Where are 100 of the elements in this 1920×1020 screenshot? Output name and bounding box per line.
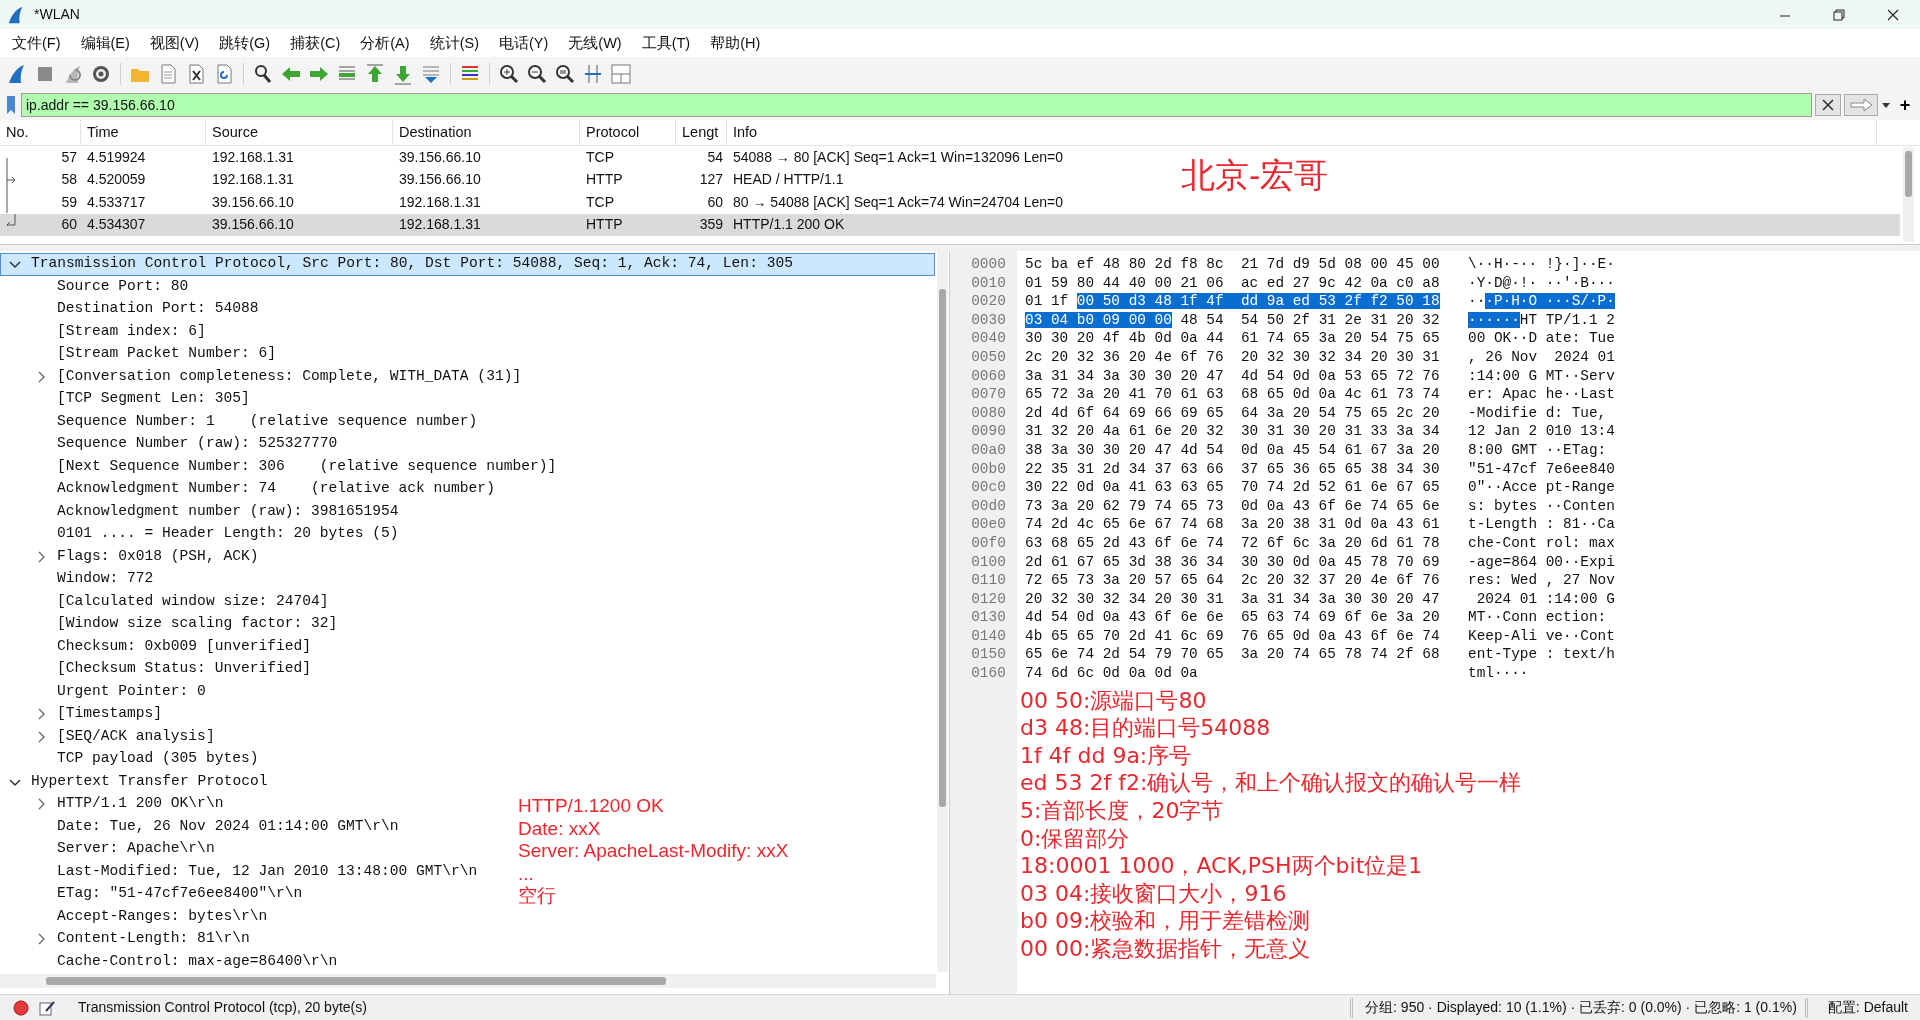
tree-row[interactable]: TCP payload (305 bytes) [0, 748, 260, 771]
ascii-text[interactable]: -Modifie d: Tue, [1468, 404, 1607, 421]
ascii-text[interactable]: s: bytes ··Conten [1468, 497, 1615, 514]
hex-bytes[interactable]: 31 32 20 4a 61 6e 20 32 30 31 30 20 31 33 3a 34 [1025, 423, 1440, 440]
tree-row[interactable]: [Timestamps] [0, 703, 164, 726]
ascii-text[interactable]: 12 Jan 2 010 13:4 [1468, 423, 1615, 440]
ascii-text[interactable]: tml···· [1468, 665, 1529, 682]
column-header[interactable]: Protocol [580, 120, 676, 145]
tree-row[interactable]: [Stream Packet Number: 6] [0, 343, 277, 366]
hex-bytes[interactable]: 65 72 3a 20 41 70 61 63 68 65 0d 0a 4c 61 73 74 [1025, 386, 1440, 403]
column-header[interactable]: Info [727, 120, 1877, 145]
expert-info-icon[interactable] [12, 998, 30, 1017]
hex-bytes[interactable]: 2d 61 67 65 3d 38 36 34 30 30 0d 0a 45 78 70 69 [1025, 553, 1440, 570]
hex-bytes[interactable]: 4d 54 0d 0a 43 6f 6e 6e 65 63 74 69 6f 6e 3a 20 [1025, 609, 1440, 626]
packet-row[interactable]: 58 4.520059 192.168.1.31 39.156.66.10 HTTP 127 HEAD / HTTP/1.1 [0, 168, 844, 191]
scrollbar-thumb[interactable] [46, 977, 666, 985]
tree-row[interactable]: Flags: 0x018 (PSH, ACK) [0, 545, 260, 568]
tree-row[interactable]: Checksum: 0xb009 [unverified] [0, 635, 312, 658]
tree-row[interactable]: [Conversation completeness: Complete, WITH_DATA (31)] [0, 365, 523, 388]
caret-icon[interactable] [1881, 100, 1891, 110]
layout-icon[interactable] [610, 62, 632, 85]
menu-item[interactable]: 编辑(E) [70, 29, 140, 57]
ascii-text[interactable]: res: Wed , 27 Nov [1468, 572, 1615, 589]
menu-item[interactable]: 无线(W) [558, 29, 632, 57]
scrollbar[interactable] [0, 974, 936, 988]
tree-row[interactable]: [SEQ/ACK analysis] [0, 725, 216, 748]
ascii-text[interactable]: t-Length : 81··Ca [1468, 516, 1615, 533]
tree-row[interactable]: Urgent Pointer: 0 [0, 680, 207, 703]
ascii-text[interactable]: MT··Conn ection: [1468, 609, 1607, 626]
ascii-text[interactable]: che-Cont rol: max [1468, 534, 1615, 551]
hex-bytes[interactable]: 22 35 31 2d 34 37 63 66 37 65 36 65 65 38 34 30 [1025, 460, 1440, 477]
ascii-text[interactable]: 0"··Acce pt-Range [1468, 479, 1615, 496]
hex-bytes[interactable]: 63 68 65 2d 43 6f 6e 74 72 6f 6c 3a 20 6d 61 78 [1025, 534, 1440, 551]
menu-item[interactable]: 跳转(G) [209, 29, 281, 57]
tree-row[interactable]: Destination Port: 54088 [0, 298, 260, 321]
menu-item[interactable]: 文件(F) [2, 29, 71, 57]
filter-input-field[interactable]: ip.addr == 39.156.66.10 [21, 93, 1812, 117]
tree-row[interactable]: HTTP/1.1 200 OK\r\n [0, 793, 225, 816]
hex-bytes[interactable]: 38 3a 30 30 20 47 4d 54 0d 0a 45 54 61 67 3a 20 [1025, 441, 1440, 458]
profile-label[interactable]: 配置: Default [1827, 997, 1908, 1018]
ascii-text[interactable]: :14:00 G MT··Serv [1468, 367, 1615, 384]
tree-row[interactable]: Window: 772 [0, 568, 155, 591]
add-filter-button[interactable]: + [1894, 94, 1916, 116]
ascii-text[interactable]: ent-Type : text/h [1468, 646, 1615, 663]
scrollbar-thumb[interactable] [1905, 151, 1912, 197]
ascii-text[interactable]: ·· [1468, 293, 1486, 310]
hex-bytes[interactable]: 5c ba ef 48 80 2d f8 8c 21 7d d9 5d 08 00 45 00 [1025, 256, 1440, 272]
scrollbar[interactable] [937, 251, 948, 972]
ascii-text[interactable]: ·P·H·O ···S/·P· [1485, 293, 1615, 310]
menu-item[interactable]: 捕获(C) [280, 29, 351, 57]
hex-bytes[interactable]: 20 32 30 32 34 20 30 31 3a 31 34 3a 30 30 20 47 [1025, 590, 1440, 607]
hex-bytes[interactable]: 30 22 0d 0a 41 63 63 65 70 74 2d 52 61 6e 67 65 [1025, 479, 1440, 496]
hex-bytes[interactable]: 3a 31 34 3a 30 30 20 47 4d 54 0d 0a 53 65 72 76 [1025, 367, 1440, 384]
ascii-text[interactable]: , 26 Nov 2024 01 [1468, 348, 1615, 365]
hex-bytes[interactable]: 4b 65 65 70 2d 41 6c 69 76 65 0d 0a 43 6f 6e 74 [1025, 627, 1440, 644]
hex-bytes[interactable]: 00 50 d3 48 1f 4f dd 9a ed 53 2f f2 50 18 [1076, 293, 1440, 310]
ascii-text[interactable]: ······ [1468, 311, 1520, 328]
hex-bytes[interactable]: 01 1f [1025, 293, 1069, 310]
menu-item[interactable]: 工具(T) [631, 29, 701, 57]
close-icon[interactable] [1886, 7, 1900, 22]
ascii-text[interactable]: 00 OK··D ate: Tue [1468, 330, 1615, 347]
hex-bytes[interactable]: 2d 4d 6f 64 69 66 69 65 64 3a 20 54 75 65 2c 20 [1025, 404, 1440, 421]
hex-bytes[interactable]: 65 6e 74 2d 54 79 70 65 3a 20 74 65 78 74 2f 68 [1025, 646, 1440, 663]
menu-item[interactable]: 视图(V) [139, 29, 210, 57]
tree-row[interactable]: [Next Sequence Number: 306 (relative sequence number)] [0, 455, 558, 478]
hex-bytes[interactable]: 72 65 73 3a 20 57 65 64 2c 20 32 37 20 4e 6f 76 [1025, 572, 1440, 589]
tree-row[interactable]: [TCP Segment Len: 305] [0, 388, 251, 411]
column-header[interactable]: Time [81, 120, 206, 145]
menu-item[interactable]: 帮助(H) [700, 29, 771, 57]
hex-bytes[interactable]: 74 2d 4c 65 6e 67 74 68 3a 20 38 31 0d 0a 43 61 [1025, 516, 1440, 533]
column-header[interactable]: Source [206, 120, 393, 145]
clear-button[interactable] [1815, 94, 1841, 116]
hex-bytes[interactable]: 73 3a 20 62 79 74 65 73 0d 0a 43 6f 6e 74 65 6e [1025, 497, 1440, 514]
tree-row[interactable]: Date: Tue, 26 Nov 2024 01:14:00 GMT\r\n [0, 815, 400, 838]
tree-row[interactable]: Cache-Control: max-age=86400\r\n [0, 950, 339, 973]
tree-row[interactable]: 0101 .... = Header Length: 20 bytes (5) [0, 523, 400, 546]
up-arrow-icon[interactable] [364, 62, 386, 85]
column-header[interactable]: Destination [393, 120, 580, 145]
ascii-text[interactable]: ·Y·D@·!· ··'·B··· [1468, 274, 1615, 291]
bookmark-icon[interactable] [4, 94, 18, 116]
tree-row[interactable]: Acknowledgment number (raw): 3981651954 [0, 500, 400, 523]
tree-row[interactable]: Sequence Number (raw): 525327770 [0, 433, 339, 456]
resize-columns-icon[interactable] [582, 62, 604, 85]
tree-row[interactable]: Last-Modified: Tue, 12 Jan 2010 13:48:00 GMT\r\n [0, 860, 479, 883]
ascii-text[interactable]: -age=864 00··Expi [1468, 553, 1615, 570]
search-icon[interactable] [252, 62, 274, 85]
packet-row[interactable]: 59 4.533717 39.156.66.10 192.168.1.31 TCP 60 80 → 54088 [ACK] Seq=1 Ack=74 Win=24704 Len=0 [0, 191, 1064, 214]
ascii-text[interactable]: \··H·-·· !}·]··E· [1468, 256, 1615, 272]
hex-bytes[interactable]: 48 54 54 50 2f 31 2e 31 20 32 [1180, 311, 1440, 328]
hex-bytes[interactable]: 2c 20 32 36 20 4e 6f 76 20 32 30 32 34 20 30 31 [1025, 348, 1440, 365]
tree-row[interactable]: Transmission Control Protocol, Src Port: 80, Dst Port: 54088, Seq: 1, Ack: 74, Len: 305 [0, 253, 935, 276]
tree-row[interactable]: ETag: "51-47cf7e6ee8400"\r\n [0, 883, 304, 906]
zoom-reset-icon[interactable] [554, 62, 576, 85]
ascii-text[interactable]: er: Apac he··Last [1468, 386, 1615, 403]
ascii-text[interactable]: "51-47cf 7e6ee840 [1468, 460, 1615, 477]
tree-row[interactable]: [Stream index: 6] [0, 320, 207, 343]
hex-bytes[interactable]: 01 59 80 44 40 00 21 06 ac ed 27 9c 42 0a c0 a8 [1025, 274, 1440, 291]
zoom-in-icon[interactable] [498, 62, 520, 85]
ascii-text[interactable]: 8:00 GMT ··ETag: [1468, 441, 1607, 458]
tree-row[interactable]: Sequence Number: 1 (relative sequence number) [0, 410, 479, 433]
